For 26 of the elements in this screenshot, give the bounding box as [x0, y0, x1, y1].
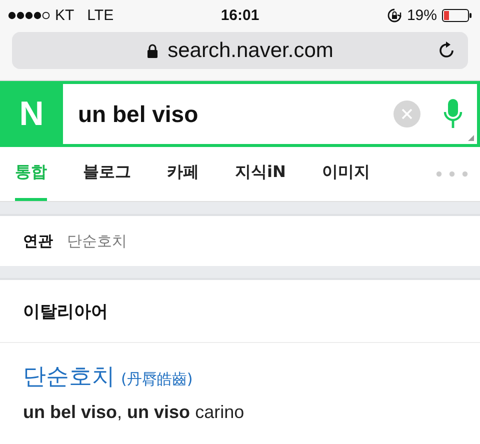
more-icon[interactable]	[436, 171, 468, 177]
carrier-name: KT	[55, 6, 74, 24]
category-tab[interactable]: 이미지	[322, 147, 370, 201]
battery-percent: 19%	[406, 6, 437, 24]
microphone-icon[interactable]	[443, 98, 463, 130]
category-tab[interactable]: 블로그	[83, 147, 131, 201]
translation-text: un bel viso, un viso carino	[23, 402, 246, 423]
category-tab[interactable]: 카페	[167, 147, 199, 201]
corner-triangle-icon	[468, 135, 474, 141]
related-label: 연관	[23, 232, 53, 250]
category-tab[interactable]: 지식iN	[235, 147, 286, 201]
signal-icon	[8, 10, 50, 20]
url-text: search.naver.com	[168, 38, 334, 62]
clear-icon[interactable]	[393, 100, 421, 128]
hanja-text: (丹脣皓齒)	[121, 370, 193, 389]
entry-word-link[interactable]: 단순호치	[23, 361, 115, 392]
reload-icon[interactable]	[439, 41, 456, 60]
network-type: LTE	[87, 6, 114, 24]
clock-time: 16:01	[220, 6, 260, 24]
lock-icon	[146, 44, 158, 58]
rotation-lock-icon	[386, 8, 402, 22]
search-field[interactable]: un bel viso	[63, 84, 477, 144]
related-keyword-link[interactable]: 단순호치	[67, 232, 127, 250]
battery-icon	[442, 8, 472, 22]
language-heading: 이탈리아어	[23, 300, 108, 322]
address-bar[interactable]: search.naver.com	[12, 32, 468, 69]
